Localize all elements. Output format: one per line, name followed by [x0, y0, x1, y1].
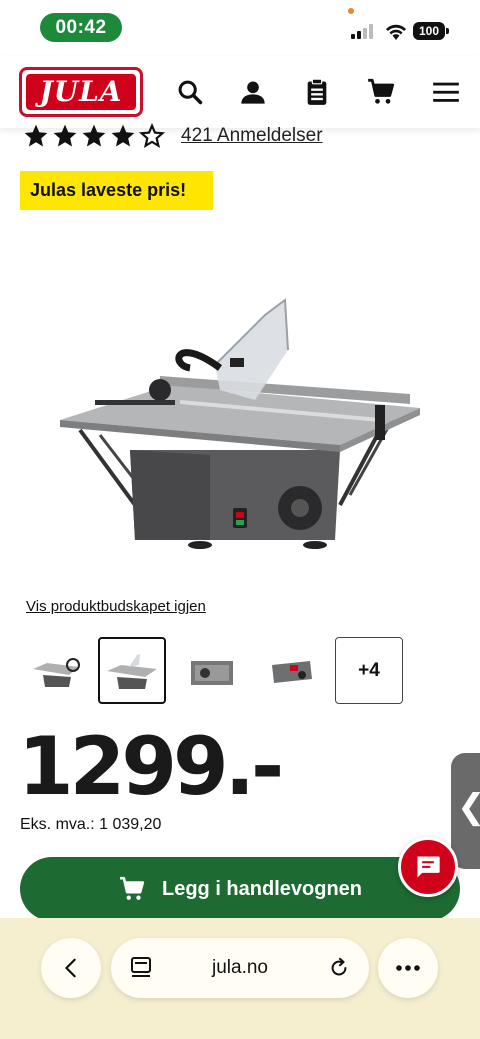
- star-full-icon: [53, 124, 77, 147]
- more-dots-icon: [396, 965, 420, 971]
- menu-icon[interactable]: [432, 78, 460, 106]
- browser-toolbar: jula.no: [0, 918, 480, 1039]
- star-full-icon: [111, 124, 135, 147]
- jula-logo[interactable]: JULA: [19, 67, 143, 117]
- cart-icon[interactable]: [367, 78, 395, 106]
- address-bar[interactable]: jula.no: [111, 938, 369, 998]
- site-header: JULA: [0, 56, 480, 128]
- chat-button[interactable]: [398, 837, 458, 897]
- chevron-left-icon: ❮: [457, 787, 480, 827]
- logo-text: JULA: [26, 74, 136, 110]
- lowest-price-badge: Julas laveste pris!: [20, 171, 213, 210]
- cellular-signal-icon: [351, 24, 373, 39]
- reviews-link[interactable]: 421 Anmeldelser: [181, 125, 323, 147]
- more-options-button[interactable]: [378, 938, 438, 998]
- star-full-icon: [24, 124, 48, 147]
- privacy-indicator-dot: [348, 8, 354, 14]
- thumbnail-image: [107, 653, 157, 689]
- battery-level: 100: [413, 22, 445, 40]
- star-outline-icon: [138, 123, 166, 149]
- battery-icon: 100: [413, 22, 449, 40]
- thumbnail-image: [272, 660, 312, 683]
- price-ex-vat: Eks. mva.: 1 039,20: [20, 816, 162, 833]
- show-product-message-link[interactable]: Vis produktbudskapet igjen: [26, 598, 206, 615]
- add-to-cart-button[interactable]: Legg i handlevognen: [20, 857, 460, 921]
- reload-icon[interactable]: [328, 956, 350, 980]
- thumbnail-4[interactable]: [257, 637, 325, 704]
- thumbnail-image: [33, 657, 80, 687]
- thumbnail-more[interactable]: +4: [335, 637, 403, 704]
- product-price: 1299.-: [18, 720, 284, 813]
- thumbnail-1[interactable]: [22, 637, 90, 704]
- wifi-icon: [386, 24, 406, 40]
- thumbnail-3[interactable]: [178, 637, 246, 704]
- product-image[interactable]: [50, 290, 430, 560]
- product-rating[interactable]: 421 Anmeldelser: [22, 123, 323, 149]
- chat-icon: [417, 856, 440, 878]
- chevron-left-icon: [65, 958, 76, 978]
- thumbnail-image: [191, 660, 233, 685]
- side-drawer-tab[interactable]: ❮: [451, 753, 480, 869]
- add-to-cart-label: Legg i handlevognen: [161, 877, 362, 900]
- back-button[interactable]: [41, 938, 101, 998]
- status-time: 00:42: [40, 13, 122, 42]
- thumbnail-2[interactable]: [98, 637, 166, 704]
- shopping-list-icon[interactable]: [303, 78, 331, 106]
- account-icon[interactable]: [239, 78, 267, 106]
- status-bar: 00:42 100: [0, 0, 480, 56]
- star-full-icon: [82, 124, 106, 147]
- cart-icon: [120, 876, 145, 900]
- search-icon[interactable]: [176, 78, 204, 106]
